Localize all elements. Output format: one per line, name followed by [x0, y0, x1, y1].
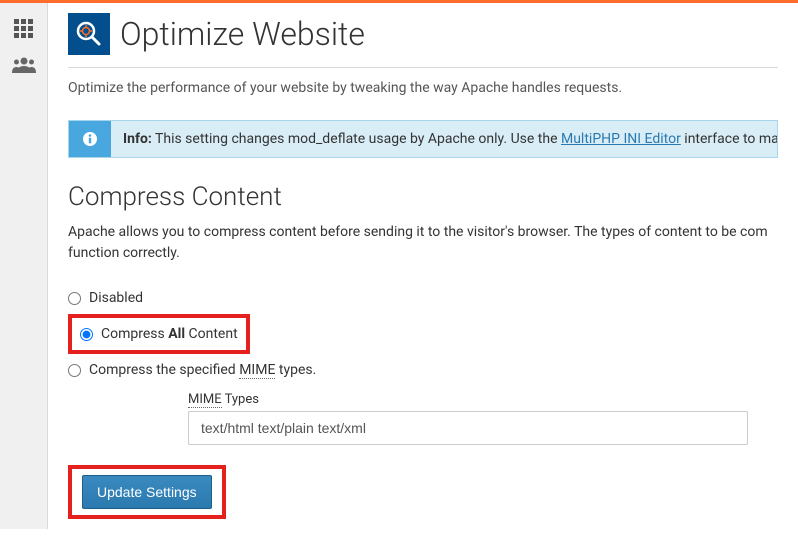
grid-icon	[14, 19, 34, 39]
info-alert: Info: This setting changes mod_deflate u…	[68, 120, 778, 158]
sidebar	[0, 3, 48, 529]
users-icon[interactable]	[0, 47, 48, 83]
radio-disabled-row[interactable]: Disabled	[68, 282, 778, 314]
magnify-gear-icon	[74, 19, 104, 49]
main-content: Optimize Website Optimize the performanc…	[48, 3, 798, 539]
highlight-compress-all: Compress All Content	[68, 314, 250, 354]
highlight-update-button: Update Settings	[68, 465, 226, 519]
compress-title: Compress Content	[68, 182, 778, 212]
radio-disabled-label: Disabled	[89, 290, 143, 306]
mime-types-label: MIME Types	[188, 392, 778, 407]
radio-specified[interactable]	[68, 364, 81, 377]
info-text-2: interface to ma	[681, 131, 777, 147]
radio-all[interactable]	[80, 328, 93, 341]
radio-all-label: Compress All Content	[101, 326, 238, 342]
intro-text: Optimize the performance of your website…	[68, 80, 778, 96]
radio-all-row[interactable]: Compress All Content	[80, 322, 238, 346]
compress-desc: Apache allows you to compress content be…	[68, 222, 778, 264]
radio-disabled[interactable]	[68, 292, 81, 305]
info-icon-column	[69, 121, 111, 157]
info-icon	[82, 131, 98, 147]
page-title: Optimize Website	[120, 15, 365, 53]
optimize-logo	[68, 13, 110, 55]
radio-specified-row[interactable]: Compress the specified MIME types.	[68, 354, 778, 386]
people-icon	[12, 57, 36, 73]
multiphp-link[interactable]: MultiPHP INI Editor	[561, 131, 681, 147]
info-label: Info:	[123, 131, 152, 147]
apps-grid-icon[interactable]	[0, 11, 48, 47]
info-text: Info: This setting changes mod_deflate u…	[111, 121, 777, 157]
page-header: Optimize Website	[68, 13, 778, 68]
mime-types-input[interactable]	[188, 411, 748, 445]
radio-specified-label: Compress the specified MIME types.	[89, 362, 316, 378]
info-text-1: This setting changes mod_deflate usage b…	[152, 131, 561, 147]
update-settings-button[interactable]: Update Settings	[82, 475, 212, 509]
